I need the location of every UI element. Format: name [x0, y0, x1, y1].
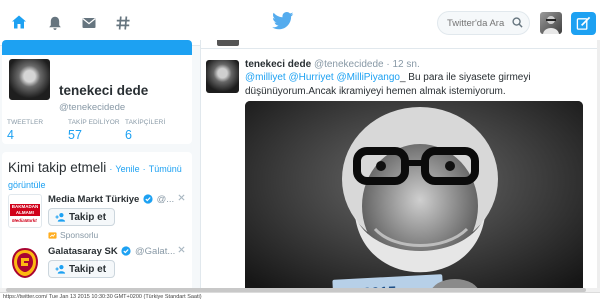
twitter-bird-logo[interactable] — [272, 12, 294, 30]
close-icon — [178, 194, 185, 201]
browser-status-bar: https://twitter.com/ Tue Jan 13 2015 10:… — [0, 292, 600, 304]
stat-tweets[interactable]: TWEETLER 4 — [7, 119, 43, 142]
stat-followers-value: 6 — [125, 128, 132, 142]
follow-button-label: Takip et — [69, 211, 107, 223]
stat-following[interactable]: TAKİP EDİLİYOR 57 — [68, 119, 120, 142]
promoted-icon — [48, 231, 57, 239]
suggestion-name[interactable]: Media Markt Türkiye @... — [48, 194, 174, 205]
suggestion-name-text: Galatasaray SK — [48, 246, 118, 257]
suggestion-handle: @... — [156, 194, 175, 205]
dismiss-suggestion-button[interactable] — [178, 244, 185, 256]
refresh-link[interactable]: Yenile — [115, 164, 139, 174]
add-user-icon — [55, 213, 66, 222]
previous-tweet-avatar[interactable] — [217, 40, 239, 46]
stat-followers-label: TAKİPÇİLERİ — [125, 119, 166, 126]
mention-link[interactable]: @milliyet — [245, 72, 286, 83]
mention-link[interactable]: @MilliPiyango — [336, 72, 400, 83]
tweet-header: tenekeci dede @tenekecidede · 12 sn. — [245, 59, 420, 70]
add-user-icon — [55, 265, 66, 274]
compose-tweet-button[interactable] — [571, 12, 596, 35]
who-to-follow-header: Kimi takip etmeli · Yenile · Tümünü görü… — [8, 160, 188, 193]
verified-icon — [121, 246, 131, 256]
separator-dot: · — [142, 164, 146, 174]
profile-avatar[interactable] — [7, 57, 52, 102]
suggestion-name[interactable]: Galatasaray SK @Galat... — [48, 246, 175, 257]
galatasaray-crest-icon — [11, 247, 39, 279]
account-avatar[interactable] — [540, 12, 562, 34]
promoted-text: Sponsorlu — [60, 230, 99, 240]
stat-following-value: 57 — [68, 128, 82, 142]
follow-button[interactable]: Takip et — [48, 208, 116, 226]
tweet-text: @milliyet @Hurriyet @MilliPiyango_ Bu pa… — [245, 71, 545, 99]
stream-divider — [201, 48, 597, 49]
avatar-image — [543, 16, 559, 34]
separator-dot: · — [109, 164, 113, 174]
media-markt-logo-text: BAKMADAN ALMAM! — [10, 204, 40, 216]
verified-icon — [143, 194, 153, 204]
stat-tweets-value: 4 — [7, 128, 14, 142]
compose-icon — [576, 16, 591, 30]
suggestion-name-text: Media Markt Türkiye — [48, 194, 140, 205]
follow-button-label: Takip et — [69, 263, 107, 275]
galatasaray-logo[interactable] — [8, 246, 42, 280]
notifications-icon — [49, 16, 61, 30]
promoted-label: Sponsorlu — [48, 230, 98, 240]
who-to-follow-title: Kimi takip etmeli — [8, 160, 107, 175]
tweet-photo-image: 2015 — [245, 101, 583, 291]
stat-followers[interactable]: TAKİPÇİLERİ 6 — [125, 119, 165, 142]
mention-link[interactable]: @Hurriyet — [289, 72, 334, 83]
follow-button[interactable]: Takip et — [48, 260, 116, 278]
tweet-photo[interactable]: 2015 — [245, 101, 583, 291]
profile-banner[interactable] — [2, 40, 192, 55]
tweet-stream: tenekeci dede @tenekecidede · 12 sn. @mi… — [200, 40, 598, 292]
home-icon — [12, 15, 26, 28]
media-markt-logo[interactable]: BAKMADAN ALMAM! MediaMarkt — [8, 194, 42, 228]
stat-tweets-label: TWEETLER — [7, 119, 44, 126]
profile-name[interactable]: tenekeci dede — [59, 83, 148, 98]
profile-handle[interactable]: @tenekecidede — [59, 102, 125, 113]
discover-icon — [116, 16, 130, 30]
tweet-timestamp[interactable]: 12 sn. — [393, 59, 420, 70]
search-box[interactable] — [437, 11, 530, 35]
who-to-follow-card: Kimi takip etmeli · Yenile · Tümünü görü… — [2, 152, 192, 292]
dismiss-suggestion-button[interactable] — [178, 192, 185, 204]
search-input[interactable] — [447, 17, 515, 29]
suggestion-handle: @Galat... — [135, 246, 176, 257]
status-url: https://twitter.com/ Tue Jan 13 2015 10:… — [3, 294, 202, 300]
tweet-author-name[interactable]: tenekeci dede — [245, 59, 311, 70]
close-icon — [178, 246, 185, 253]
tweet-author-handle[interactable]: @tenekecidede — [314, 59, 384, 70]
tweet-avatar[interactable] — [206, 60, 239, 93]
tweet-dot-separator: · — [386, 59, 390, 70]
messages-icon — [82, 18, 96, 28]
media-markt-wordmark: MediaMarkt — [12, 218, 37, 223]
profile-card: tenekeci dede @tenekecidede TWEETLER 4 T… — [2, 40, 192, 144]
stat-following-label: TAKİP EDİLİYOR — [68, 119, 120, 126]
search-icon[interactable] — [512, 17, 523, 28]
